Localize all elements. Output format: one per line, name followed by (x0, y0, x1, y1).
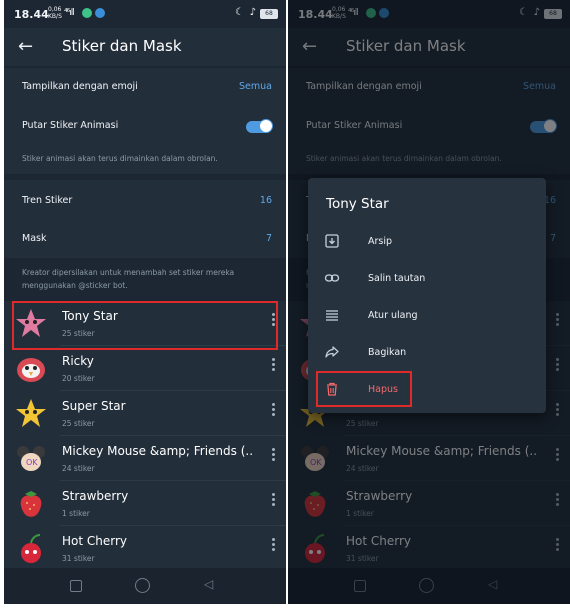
trending-stickers-row[interactable]: Tren Stiker 16 (4, 180, 286, 219)
archive-icon (325, 234, 339, 248)
sticker-pack-row[interactable]: Strawberry 1 stiker (4, 481, 286, 526)
more-vert-icon[interactable] (272, 448, 276, 463)
more-vert-icon[interactable] (272, 358, 276, 373)
settings-section: Tampilkan dengan emoji Semua Putar Stike… (4, 68, 286, 174)
masks-row[interactable]: Mask 7 (4, 219, 286, 258)
moon-icon: ☾ (235, 7, 244, 18)
emoji-setting-value: Semua (239, 81, 272, 92)
sticker-pack-row[interactable]: Hot Cherry 31 stiker (4, 526, 286, 571)
back-arrow-icon[interactable]: ← (18, 36, 33, 57)
menu-item-label: Atur ulang (368, 310, 418, 321)
more-vert-icon[interactable] (272, 493, 276, 508)
sticker-pack-count: 24 stiker (62, 464, 95, 473)
masks-label: Mask (22, 233, 47, 244)
more-vert-icon[interactable] (272, 538, 276, 553)
back-button[interactable]: ◁ (204, 577, 213, 591)
sticker-pack-name: Mickey Mouse &amp; Friends (... (62, 444, 252, 458)
cherry-sticker-thumbnail (21, 534, 41, 563)
trending-stickers-label: Tren Stiker (22, 195, 73, 206)
status-bar: 18.44 0,06KB/S ⁴⁶ıll ☾ ♪ 68 (4, 0, 286, 28)
telegram-icon (95, 8, 105, 18)
home-button[interactable] (135, 578, 150, 593)
animated-stickers-row[interactable]: Putar Stiker Animasi (4, 106, 286, 144)
context-menu-title: Tony Star (326, 196, 389, 212)
sticker-pack-name: Strawberry (62, 489, 129, 503)
masks-count: 7 (265, 233, 272, 244)
status-time: 18.44 (14, 8, 49, 21)
menu-item-label: Bagikan (368, 347, 407, 358)
signal-icon: ⁴⁶ıll (64, 8, 75, 18)
highlight-box-tony-star (12, 301, 278, 350)
mickey-sticker-thumbnail: OK (17, 446, 45, 471)
sticker-pack-row[interactable]: Super Star 25 stiker (4, 391, 286, 436)
sticker-pack-count: 20 stiker (62, 374, 95, 383)
system-nav-bar: ◁ (4, 568, 286, 604)
sticker-pack-name: Hot Cherry (62, 534, 128, 548)
recents-button[interactable] (70, 580, 82, 592)
trending-section: Tren Stiker 16 Mask 7 (4, 180, 286, 258)
yellow-star-sticker-thumbnail (16, 399, 46, 427)
menu-item-share[interactable]: Bagikan (308, 335, 546, 371)
animated-stickers-toggle[interactable] (246, 119, 273, 133)
sticker-pack-count: 1 stiker (62, 509, 90, 518)
menu-item-label: Arsip (368, 236, 393, 247)
page-title: Stiker dan Mask (62, 37, 182, 55)
reorder-icon (326, 310, 338, 321)
sticker-pack-name: Ricky (62, 354, 94, 368)
bird-sticker-thumbnail (17, 358, 45, 382)
menu-item-archive[interactable]: Arsip (308, 224, 546, 260)
menu-item-label: Salin tautan (368, 273, 426, 284)
notification-app-icon (82, 8, 92, 18)
sticker-pack-row[interactable]: OK Mickey Mouse &amp; Friends (... 24 st… (4, 436, 286, 481)
sticker-pack-row[interactable]: Ricky 20 stiker (4, 346, 286, 391)
highlight-box-delete (316, 371, 412, 407)
screen-sticker-settings: 18.44 0,06 KB/S ⁴⁶ıll ☾ ♪ 68 ← Stiker dan… (4, 0, 286, 604)
sticker-pack-name: Super Star (62, 399, 126, 413)
animated-stickers-label: Putar Stiker Animasi (22, 120, 119, 131)
network-speed: 0,06KB/S (48, 6, 62, 20)
strawberry-sticker-thumbnail (20, 491, 42, 517)
context-menu: Tony Star Arsip Salin tautan Atur ulang … (308, 178, 546, 413)
trending-stickers-count: 16 (259, 195, 272, 206)
animated-stickers-hint: Stiker animasi akan terus dimainkan dala… (22, 154, 218, 163)
svg-text:OK: OK (26, 458, 38, 467)
mute-icon: ♪ (249, 7, 256, 18)
app-bar: ← Stiker dan Mask (4, 28, 286, 66)
battery-icon: 68 (260, 9, 278, 19)
emoji-setting-row[interactable]: Tampilkan dengan emoji Semua (4, 68, 286, 106)
sticker-pack-count: 25 stiker (62, 419, 95, 428)
toggle-knob (259, 119, 273, 133)
creator-hint: Kreator dipersilakan untuk menambah set … (22, 268, 235, 290)
share-icon (325, 346, 339, 358)
more-vert-icon[interactable] (272, 403, 276, 418)
link-icon (324, 274, 340, 282)
emoji-setting-label: Tampilkan dengan emoji (22, 81, 138, 92)
menu-item-reorder[interactable]: Atur ulang (308, 298, 546, 334)
menu-item-copy-link[interactable]: Salin tautan (308, 261, 546, 297)
sticker-pack-count: 31 stiker (62, 554, 95, 563)
screen-sticker-context-menu: 18.44 0,06KB/S ⁴⁶ıll ☾ ♪ 68 ← Stiker dan… (288, 0, 570, 604)
